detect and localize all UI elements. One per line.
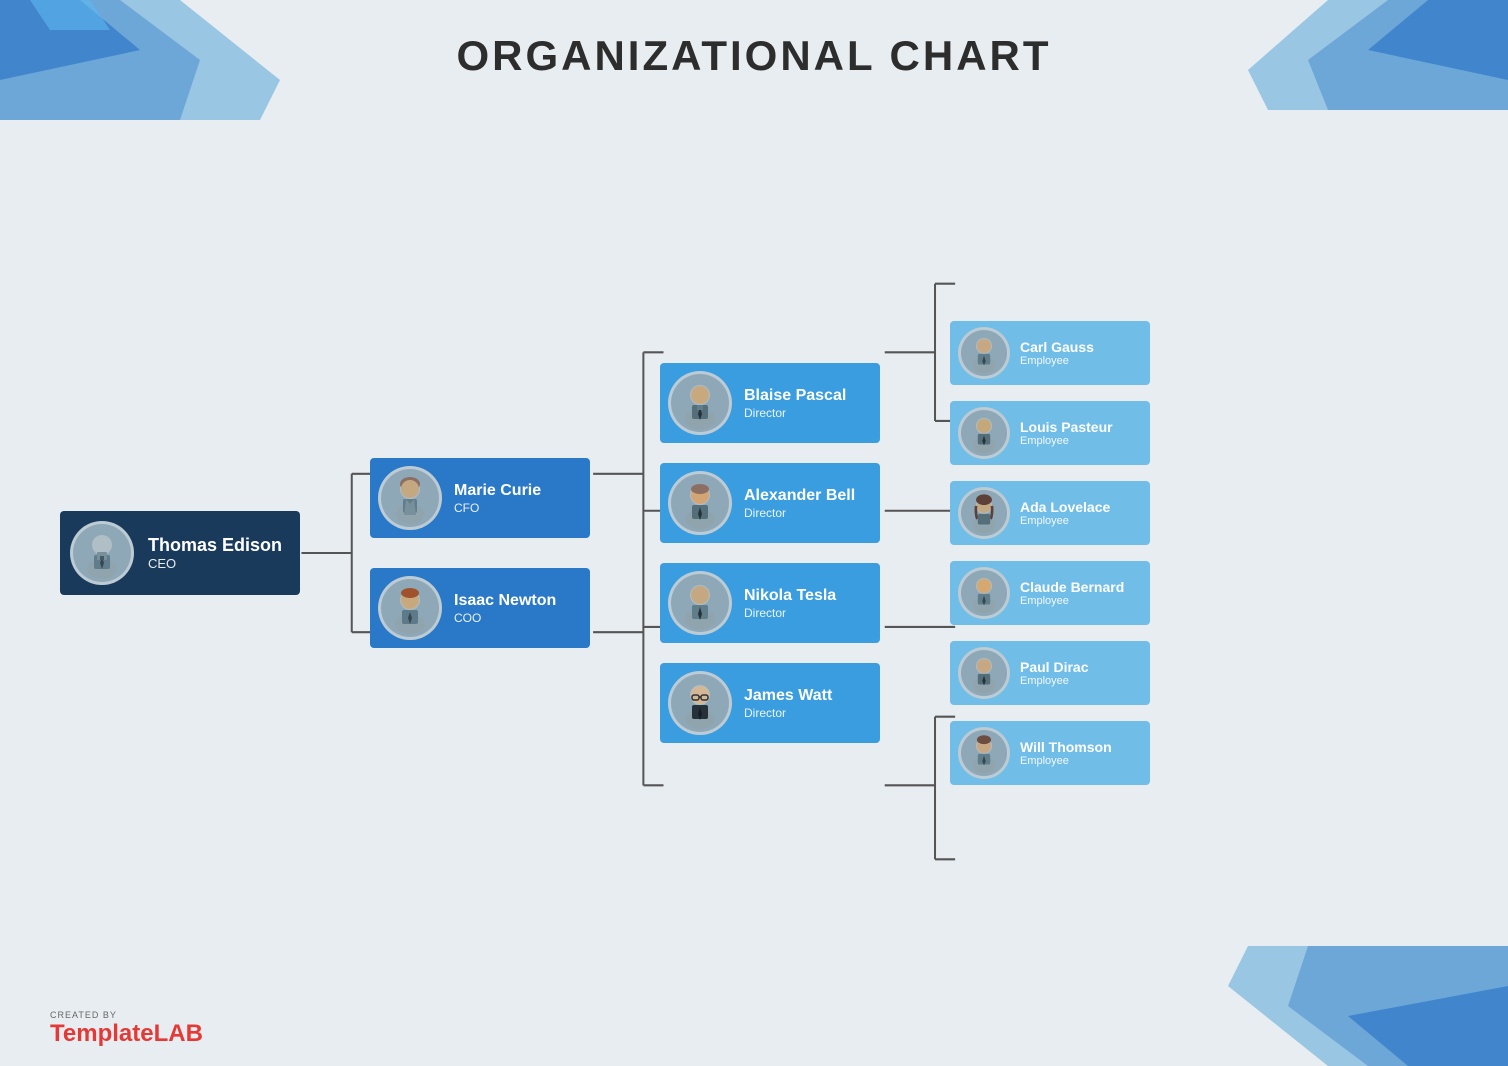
employee-gauss-name: Carl Gauss [1020,339,1094,356]
cfo-info: Marie Curie CFO [454,481,541,514]
brand-template: Template [50,1020,154,1047]
employee-pasteur-avatar [958,407,1010,459]
director-tesla-role: Director [744,606,836,620]
coo-avatar [378,576,442,640]
employee-thomson-avatar [958,727,1010,779]
director-tesla-avatar [668,571,732,635]
created-by-label: CREATED BY [50,1010,117,1020]
employee-pasteur-name: Louis Pasteur [1020,419,1113,436]
employee-pasteur-card: Louis Pasteur Employee [950,401,1150,465]
brand-name: TemplateLAB [50,1020,203,1048]
ceo-avatar [70,521,134,585]
employee-dirac-name: Paul Dirac [1020,659,1088,676]
org-chart: Thomas Edison CEO Marie C [40,120,1468,986]
director-bell-card: Alexander Bell Director [660,463,880,543]
coo-card: Isaac Newton COO [370,568,590,648]
employee-dirac-role: Employee [1020,675,1088,687]
employee-pasteur-info: Louis Pasteur Employee [1020,419,1113,448]
employee-bernard-info: Claude Bernard Employee [1020,579,1124,608]
director-watt-info: James Watt Director [744,686,832,719]
director-watt-avatar [668,671,732,735]
director-tesla-info: Nikola Tesla Director [744,586,836,619]
brand-lab: LAB [154,1020,203,1047]
employee-lovelace-info: Ada Lovelace Employee [1020,499,1110,528]
coo-role: COO [454,611,556,625]
director-bell-role: Director [744,506,855,520]
employee-thomson-role: Employee [1020,755,1112,767]
employee-gauss-role: Employee [1020,355,1094,367]
employee-dirac-card: Paul Dirac Employee [950,641,1150,705]
employee-pasteur-role: Employee [1020,435,1113,447]
director-bell-info: Alexander Bell Director [744,486,855,519]
employee-bernard-name: Claude Bernard [1020,579,1124,596]
coo-info: Isaac Newton COO [454,591,556,624]
ceo-role: CEO [148,556,282,571]
director-watt-card: James Watt Director [660,663,880,743]
branding: CREATED BY TemplateLAB [50,1010,203,1048]
employee-bernard-card: Claude Bernard Employee [950,561,1150,625]
ceo-card: Thomas Edison CEO [60,511,300,595]
page-title: ORGANIZATIONAL CHART [0,32,1508,80]
directors-column: Blaise Pascal Director Alexander Bell Di… [660,363,880,743]
director-pascal-avatar [668,371,732,435]
director-watt-role: Director [744,706,832,720]
employee-thomson-card: Will Thomson Employee [950,721,1150,785]
ceo-info: Thomas Edison CEO [148,535,282,572]
director-pascal-info: Blaise Pascal Director [744,386,846,419]
employee-lovelace-role: Employee [1020,515,1110,527]
employee-gauss-card: Carl Gauss Employee [950,321,1150,385]
employee-thomson-name: Will Thomson [1020,739,1112,756]
employee-dirac-info: Paul Dirac Employee [1020,659,1088,688]
director-watt-name: James Watt [744,686,832,705]
cfo-name: Marie Curie [454,481,541,500]
cfo-card: Marie Curie CFO [370,458,590,538]
director-bell-avatar [668,471,732,535]
ceo-column: Thomas Edison CEO [60,511,300,595]
employee-lovelace-card: Ada Lovelace Employee [950,481,1150,545]
director-tesla-name: Nikola Tesla [744,586,836,605]
level2-column: Marie Curie CFO Isaac Newton COO [370,458,590,648]
employee-lovelace-name: Ada Lovelace [1020,499,1110,516]
director-pascal-card: Blaise Pascal Director [660,363,880,443]
employee-gauss-info: Carl Gauss Employee [1020,339,1094,368]
employees-column: Carl Gauss Employee Louis Pasteur Employ… [950,321,1150,785]
employee-dirac-avatar [958,647,1010,699]
director-tesla-card: Nikola Tesla Director [660,563,880,643]
cfo-role: CFO [454,501,541,515]
director-bell-name: Alexander Bell [744,486,855,505]
cfo-avatar [378,466,442,530]
director-pascal-name: Blaise Pascal [744,386,846,405]
employee-bernard-role: Employee [1020,595,1124,607]
employee-thomson-info: Will Thomson Employee [1020,739,1112,768]
coo-name: Isaac Newton [454,591,556,610]
employee-gauss-avatar [958,327,1010,379]
employee-lovelace-avatar [958,487,1010,539]
ceo-name: Thomas Edison [148,535,282,557]
director-pascal-role: Director [744,406,846,420]
employee-bernard-avatar [958,567,1010,619]
